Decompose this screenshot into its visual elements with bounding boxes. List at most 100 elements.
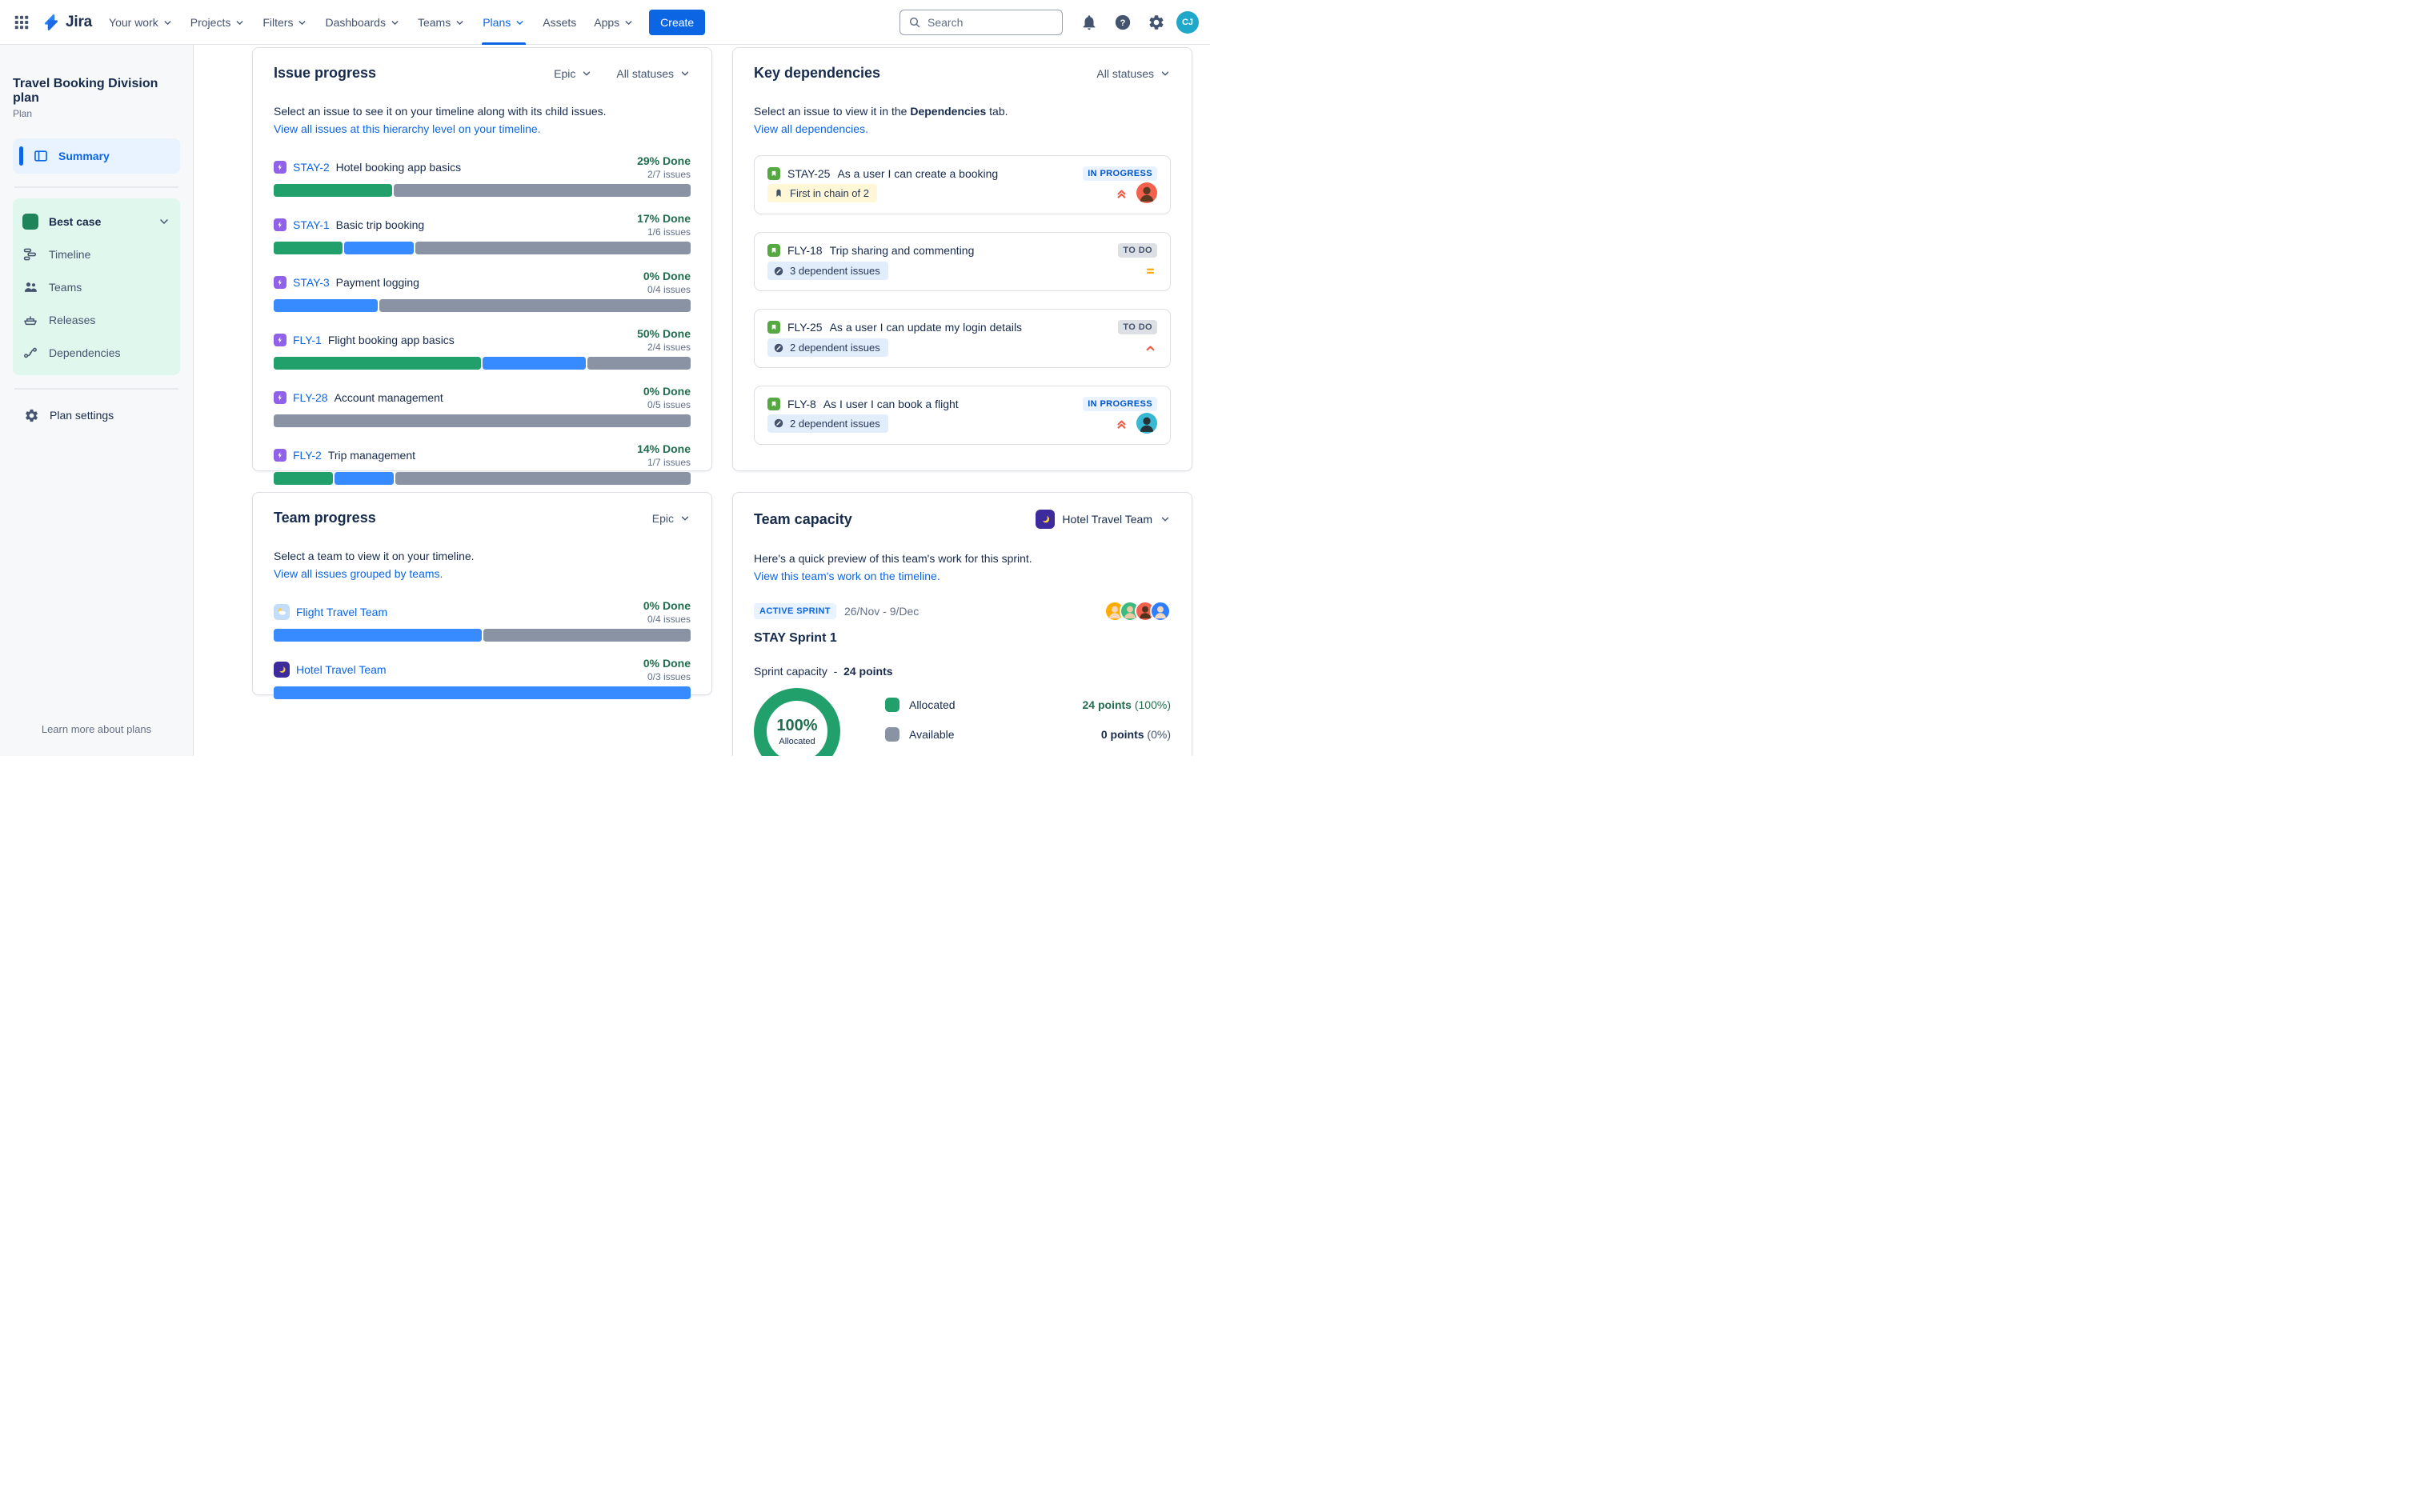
issue-count: 2/7 issues [647,169,691,180]
jira-logo-text: Jira [66,13,93,30]
notifications-bell-icon[interactable] [1076,9,1103,36]
nav-item[interactable]: Projects [182,0,254,45]
learn-more-link[interactable]: Learn more about plans [13,723,180,743]
nav-item[interactable]: Dashboards [316,0,409,45]
jira-logo[interactable]: Jira [35,13,100,32]
capacity-legend: Allocated 24 points (100%) Available 0 p… [885,688,1171,756]
percent-done: 0% Done [643,270,691,282]
issue-key-link[interactable]: FLY-1 [293,334,322,346]
issue-key-link[interactable]: STAY-3 [293,276,330,289]
progress-bar [274,414,691,427]
issue-key: FLY-8 [787,398,816,410]
search-icon [908,16,921,29]
nav-item[interactable]: Your work [100,0,182,45]
search-box[interactable] [899,9,1063,35]
hotel-team-icon [1036,510,1056,529]
dependency-info-badge: First in chain of 2 [767,183,877,202]
team-row: Flight Travel Team 0% Done 0/4 issues [274,600,691,642]
dependencies-icon [22,345,38,361]
hierarchy-filter-dropdown[interactable]: Epic [554,67,592,80]
sidebar-item-label: Plan settings [50,409,114,422]
sidebar-item-label: Summary [58,150,110,162]
status-filter-dropdown[interactable]: All statuses [616,67,691,80]
legend-label: Allocated [909,698,956,711]
issue-key-link[interactable]: STAY-1 [293,218,330,231]
sidebar-item-plan-settings[interactable]: Plan settings [13,399,180,431]
status-filter-dropdown[interactable]: All statuses [1096,67,1171,80]
nav-right: ? CJ [899,9,1199,36]
nav-item[interactable]: Filters [254,0,316,45]
user-avatar[interactable]: CJ [1176,10,1199,34]
percent-done: 17% Done [637,212,691,225]
view-all-issues-link[interactable]: View all issues at this hierarchy level … [274,121,541,138]
issue-summary: Basic trip booking [335,218,425,231]
create-button[interactable]: Create [649,9,706,35]
dependency-card[interactable]: FLY-25 As a user I can update my login d… [754,309,1171,368]
team-capacity-card: Team capacity Hotel Travel Team Here's a… [732,492,1192,756]
issue-key: FLY-18 [787,244,823,257]
scenario-selector[interactable]: Best case [22,205,170,238]
view-team-work-link[interactable]: View this team's work on the timeline. [754,568,940,585]
nav-item[interactable]: Assets [534,0,585,45]
issue-key-link[interactable]: FLY-2 [293,449,322,462]
chevron-down-icon [1160,514,1171,525]
team-row: Hotel Travel Team 0% Done 0/3 issues [274,658,691,699]
nav-item[interactable]: Teams [409,0,474,45]
member-avatar [1150,601,1171,622]
donut-label: Allocated [779,736,815,746]
issue-count: 1/6 issues [647,226,691,238]
team-name-link[interactable]: Flight Travel Team [296,606,387,618]
epic-icon [274,218,286,231]
search-input[interactable] [928,15,1054,29]
progress-bar [274,357,691,370]
view-all-dependencies-link[interactable]: View all dependencies. [754,121,868,138]
chevron-down-icon [297,18,307,28]
issue-summary: As a user I can update my login details [829,321,1023,334]
app-switcher-icon[interactable] [8,9,35,36]
dependency-info-badge: 2 dependent issues [767,414,888,433]
sprint-member-avatars [1104,601,1171,622]
issue-count: 0/3 issues [647,671,691,682]
sidebar-item-teams[interactable]: Teams [22,270,170,303]
issue-row: STAY-2 Hotel booking app basics 29% Done… [274,155,691,197]
team-name-link[interactable]: Hotel Travel Team [296,663,387,676]
chevron-down-icon [158,215,170,228]
issue-count: 1/7 issues [647,457,691,468]
dependency-badge-label: First in chain of 2 [790,186,869,199]
hierarchy-filter-dropdown[interactable]: Epic [652,512,691,525]
team-selector-dropdown[interactable]: Hotel Travel Team [1036,510,1171,529]
legend-points: 0 points [1100,728,1144,741]
settings-gear-icon[interactable] [1143,9,1170,36]
percent-done: 14% Done [637,442,691,455]
dependency-card[interactable]: FLY-18 Trip sharing and commenting TO DO… [754,232,1171,291]
chevron-down-icon [623,18,634,28]
sidebar-item-summary[interactable]: Summary [13,138,180,174]
dependency-badge-label: 2 dependent issues [790,342,880,354]
issue-key-link[interactable]: STAY-2 [293,161,330,174]
scenario-color-swatch [22,213,38,230]
active-sprint-badge: ACTIVE SPRINT [754,603,836,619]
sidebar-item-releases[interactable]: Releases [22,303,170,336]
teams-icon [22,279,38,295]
sprint-capacity-line: Sprint capacity - 24 points [754,665,893,678]
sidebar-item-timeline[interactable]: Timeline [22,238,170,270]
nav-item[interactable]: Plans [474,0,534,45]
assignee-avatar [1136,413,1157,434]
help-icon[interactable]: ? [1109,9,1136,36]
card-title: Team progress [274,510,376,526]
dependency-card[interactable]: FLY-8 As I user I can book a flight IN P… [754,386,1171,445]
sidebar-item-dependencies[interactable]: Dependencies [22,336,170,369]
primary-nav: Your work Projects Filters Dashboards Te… [100,0,643,45]
legend-label: Available [909,728,955,741]
view-issues-by-team-link[interactable]: View all issues grouped by teams. [274,566,443,582]
issue-key-link[interactable]: FLY-28 [293,391,328,404]
dependency-card[interactable]: STAY-25 As a user I can create a booking… [754,155,1171,214]
nav-item[interactable]: Apps [585,0,643,45]
card-description: Select an issue to view it in the Depend… [754,105,1008,118]
story-icon [767,244,780,257]
issue-summary: Hotel booking app basics [335,161,462,174]
story-icon [767,321,780,334]
issue-summary: Trip management [327,449,416,462]
issue-count: 0/4 issues [647,284,691,295]
dependency-badge-label: 3 dependent issues [790,265,880,277]
